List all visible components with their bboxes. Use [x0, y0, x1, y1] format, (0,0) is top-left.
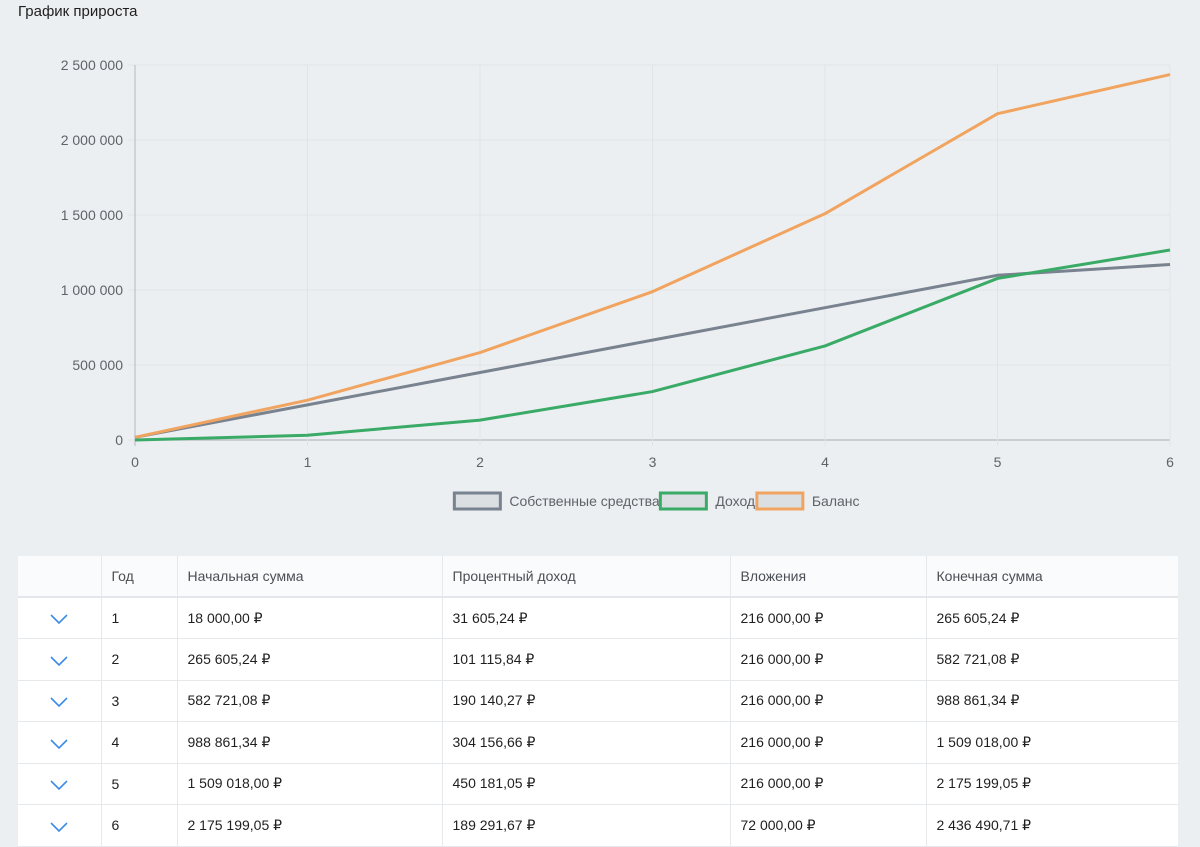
- legend-label: Баланс: [812, 493, 860, 509]
- contributions-cell: 72 000,00 ₽: [730, 805, 926, 847]
- contributions-cell: 216 000,00 ₽: [730, 639, 926, 681]
- chevron-down-icon: [49, 779, 69, 791]
- end-amount-cell: 2 436 490,71 ₽: [926, 805, 1178, 847]
- y-tick-label: 1 500 000: [61, 207, 123, 223]
- year-cell: 1: [101, 597, 177, 639]
- year-cell: 2: [101, 639, 177, 681]
- growth-table: Год Начальная сумма Процентный доход Вло…: [18, 556, 1178, 847]
- table-row[interactable]: 4988 861,34 ₽304 156,66 ₽216 000,00 ₽1 5…: [18, 722, 1178, 764]
- start-amount-cell: 2 175 199,05 ₽: [177, 805, 442, 847]
- table-row[interactable]: 51 509 018,00 ₽450 181,05 ₽216 000,00 ₽2…: [18, 763, 1178, 805]
- column-header-start-amount[interactable]: Начальная сумма: [177, 556, 442, 597]
- start-amount-cell: 18 000,00 ₽: [177, 597, 442, 639]
- interest-income-cell: 31 605,24 ₽: [442, 597, 730, 639]
- x-axis-ticks: 0 1 2 3 4 5 6: [131, 454, 1174, 470]
- table-header-row: Год Начальная сумма Процентный доход Вло…: [18, 556, 1178, 597]
- year-cell: 4: [101, 722, 177, 764]
- start-amount-cell: 265 605,24 ₽: [177, 639, 442, 681]
- legend-label: Доход: [715, 493, 755, 509]
- legend-item-income[interactable]: Доход: [660, 493, 755, 509]
- expand-row-button[interactable]: [18, 722, 101, 764]
- column-header-year[interactable]: Год: [101, 556, 177, 597]
- start-amount-cell: 1 509 018,00 ₽: [177, 763, 442, 805]
- y-tick-label: 1 000 000: [61, 282, 123, 298]
- start-amount-cell: 988 861,34 ₽: [177, 722, 442, 764]
- table-row[interactable]: 2265 605,24 ₽101 115,84 ₽216 000,00 ₽582…: [18, 639, 1178, 681]
- y-tick-label: 2 000 000: [61, 132, 123, 148]
- end-amount-cell: 582 721,08 ₽: [926, 639, 1178, 681]
- chevron-down-icon: [49, 738, 69, 750]
- chevron-down-icon: [49, 655, 69, 667]
- chevron-down-icon: [49, 696, 69, 708]
- legend-item-own-funds[interactable]: Собственные средства: [454, 493, 660, 509]
- chart-grid: [128, 65, 1170, 446]
- interest-income-cell: 101 115,84 ₽: [442, 639, 730, 681]
- y-tick-label: 2 500 000: [61, 57, 123, 73]
- interest-income-cell: 304 156,66 ₽: [442, 722, 730, 764]
- expand-row-button[interactable]: [18, 763, 101, 805]
- end-amount-cell: 265 605,24 ₽: [926, 597, 1178, 639]
- contributions-cell: 216 000,00 ₽: [730, 763, 926, 805]
- interest-income-cell: 450 181,05 ₽: [442, 763, 730, 805]
- x-tick-label: 2: [476, 454, 484, 470]
- x-tick-label: 1: [304, 454, 312, 470]
- table-row[interactable]: 118 000,00 ₽31 605,24 ₽216 000,00 ₽265 6…: [18, 597, 1178, 639]
- x-tick-label: 3: [649, 454, 657, 470]
- legend-swatch: [454, 493, 500, 509]
- column-header-interest-income[interactable]: Процентный доход: [442, 556, 730, 597]
- table-row[interactable]: 62 175 199,05 ₽189 291,67 ₽72 000,00 ₽2 …: [18, 805, 1178, 847]
- chevron-down-icon: [49, 821, 69, 833]
- chart-legend[interactable]: Собственные средства Доход Баланс: [454, 493, 859, 509]
- y-tick-label: 500 000: [72, 357, 123, 373]
- end-amount-cell: 2 175 199,05 ₽: [926, 763, 1178, 805]
- contributions-cell: 216 000,00 ₽: [730, 722, 926, 764]
- column-header-contributions[interactable]: Вложения: [730, 556, 926, 597]
- table-row[interactable]: 3582 721,08 ₽190 140,27 ₽216 000,00 ₽988…: [18, 680, 1178, 722]
- x-tick-label: 0: [131, 454, 139, 470]
- legend-item-balance[interactable]: Баланс: [757, 493, 860, 509]
- column-header-end-amount[interactable]: Конечная сумма: [926, 556, 1178, 597]
- expand-row-button[interactable]: [18, 680, 101, 722]
- y-tick-label: 0: [115, 432, 123, 448]
- x-tick-label: 4: [821, 454, 829, 470]
- end-amount-cell: 1 509 018,00 ₽: [926, 722, 1178, 764]
- end-amount-cell: 988 861,34 ₽: [926, 680, 1178, 722]
- expand-row-button[interactable]: [18, 805, 101, 847]
- chevron-down-icon: [49, 613, 69, 625]
- expand-row-button[interactable]: [18, 639, 101, 681]
- year-cell: 5: [101, 763, 177, 805]
- legend-swatch: [757, 493, 803, 509]
- column-header-expand: [18, 556, 101, 597]
- growth-table-container: Год Начальная сумма Процентный доход Вло…: [18, 556, 1178, 847]
- legend-label: Собственные средства: [509, 493, 660, 509]
- y-axis-ticks: 0 500 000 1 000 000 1 500 000 2 000 000 2 500…: [61, 57, 124, 448]
- x-tick-label: 5: [994, 454, 1002, 470]
- expand-row-button[interactable]: [18, 597, 101, 639]
- year-cell: 3: [101, 680, 177, 722]
- contributions-cell: 216 000,00 ₽: [730, 597, 926, 639]
- interest-income-cell: 190 140,27 ₽: [442, 680, 730, 722]
- growth-chart: 0500 0001 000 0001 500 0002 000 0002 500…: [0, 0, 1200, 530]
- legend-swatch: [660, 493, 706, 509]
- interest-income-cell: 189 291,67 ₽: [442, 805, 730, 847]
- contributions-cell: 216 000,00 ₽: [730, 680, 926, 722]
- year-cell: 6: [101, 805, 177, 847]
- x-tick-label: 6: [1166, 454, 1174, 470]
- start-amount-cell: 582 721,08 ₽: [177, 680, 442, 722]
